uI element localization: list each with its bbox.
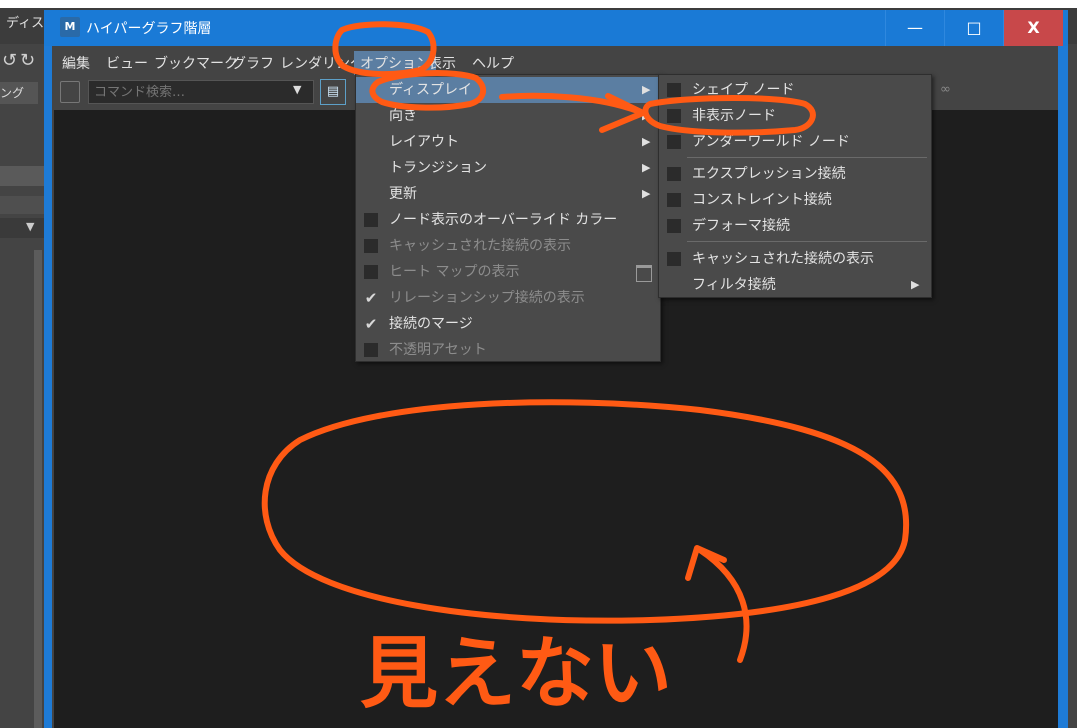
submenu-arrow-icon: ▶ xyxy=(642,161,651,174)
close-button[interactable]: X xyxy=(1003,10,1063,46)
menu-item-show-relationship-connections[interactable]: ✔ リレーションシップ接続の表示 xyxy=(356,285,660,311)
menu-item-transition[interactable]: トランジション ▶ xyxy=(356,155,660,181)
menu-item-hidden-nodes[interactable]: 非表示ノード xyxy=(659,103,931,129)
checkbox xyxy=(667,135,681,149)
menu-item-label: アンダーワールド ノード xyxy=(692,134,850,150)
chevron-down-icon: ▼ xyxy=(26,220,35,233)
menu-item-merge-connections[interactable]: ✔ 接続のマージ xyxy=(356,311,660,337)
menu-item-label: フィルタ接続 xyxy=(692,277,776,293)
chevron-down-icon[interactable]: ▼ xyxy=(293,83,301,96)
checkbox xyxy=(364,265,378,279)
menu-edit[interactable]: 編集 xyxy=(62,53,90,73)
menu-item-expression-connections[interactable]: エクスプレッション接続 xyxy=(659,161,931,187)
checkbox xyxy=(364,343,378,357)
menu-item-constraint-connections[interactable]: コンストレイント接続 xyxy=(659,187,931,213)
window-title: ハイパーグラフ階層 xyxy=(86,21,212,37)
undo-icon[interactable]: ↺ xyxy=(2,50,17,71)
checkbox xyxy=(667,252,681,266)
menu-help[interactable]: ヘルプ xyxy=(472,53,514,73)
checkbox xyxy=(667,193,681,207)
submenu-arrow-icon: ▶ xyxy=(642,109,651,122)
submenu-arrow-icon: ▶ xyxy=(642,187,651,200)
menu-item-shape-nodes[interactable]: シェイプ ノード xyxy=(659,77,931,103)
checkmark-icon: ✔ xyxy=(364,315,378,333)
menu-item-show-heat-map[interactable]: ヒート マップの表示 xyxy=(356,259,660,285)
maya-app-icon: M xyxy=(60,17,80,37)
menu-item-show-cached-connections[interactable]: キャッシュされた接続の表示 xyxy=(659,246,931,272)
menu-item-label: コンストレイント接続 xyxy=(692,192,832,208)
checkbox xyxy=(364,239,378,253)
background-dropdown[interactable] xyxy=(0,218,44,238)
menu-rendering[interactable]: レンダリング xyxy=(280,53,364,73)
checkbox xyxy=(667,167,681,181)
background-field: ング xyxy=(0,82,38,104)
menu-item-layout[interactable]: レイアウト ▶ xyxy=(356,129,660,155)
background-menu-label[interactable]: ディス xyxy=(6,12,44,31)
submenu-arrow-icon: ▶ xyxy=(642,83,651,96)
menu-item-label: キャッシュされた接続の表示 xyxy=(389,238,571,254)
menu-bookmarks[interactable]: ブックマーク xyxy=(154,53,238,73)
checkbox xyxy=(667,109,681,123)
checkbox xyxy=(667,219,681,233)
checkbox xyxy=(667,83,681,97)
menu-separator xyxy=(687,157,927,158)
menu-options[interactable]: オプション xyxy=(354,51,436,75)
background-scrollbar[interactable] xyxy=(34,250,42,728)
menu-item-label: キャッシュされた接続の表示 xyxy=(692,251,874,267)
menu-view[interactable]: ビュー xyxy=(106,53,148,73)
menu-item-update[interactable]: 更新 ▶ xyxy=(356,181,660,207)
menu-item-label: ディスプレイ xyxy=(389,82,473,98)
menu-graph[interactable]: グラフ xyxy=(232,53,274,73)
menu-item-label: 向き xyxy=(389,108,417,124)
toolbar-grip-icon[interactable] xyxy=(60,81,80,103)
menu-item-label: 不透明アセット xyxy=(389,342,487,358)
checkbox xyxy=(364,213,378,227)
menu-item-filter-connections[interactable]: フィルタ接続 ▶ xyxy=(659,272,931,298)
background-panel-header xyxy=(0,166,44,186)
submenu-arrow-icon: ▶ xyxy=(911,278,920,291)
options-menu: ディスプレイ ▶ 向き ▶ レイアウト ▶ トランジション ▶ 更新 ▶ ノード… xyxy=(355,74,661,362)
menu-item-label: 非表示ノード xyxy=(692,108,776,124)
menu-item-label: リレーションシップ接続の表示 xyxy=(389,290,585,306)
menu-item-node-color-override[interactable]: ノード表示のオーバーライド カラー xyxy=(356,207,660,233)
menu-item-opaque-assets[interactable]: 不透明アセット xyxy=(356,337,660,363)
background-panel-row xyxy=(0,196,44,214)
menu-item-label: デフォーマ接続 xyxy=(692,218,790,234)
menu-item-label: シェイプ ノード xyxy=(692,82,795,98)
menu-item-orientation[interactable]: 向き ▶ xyxy=(356,103,660,129)
menubar: 編集 ビュー ブックマーク グラフ レンダリング オプション 表示 ヘルプ xyxy=(52,50,1058,75)
command-search-input[interactable] xyxy=(92,81,296,103)
menu-show[interactable]: 表示 xyxy=(428,53,456,73)
minimize-button[interactable]: — xyxy=(885,10,944,46)
maximize-button[interactable]: □ xyxy=(944,10,1003,46)
option-box-icon[interactable] xyxy=(636,265,652,282)
menu-item-underworld-nodes[interactable]: アンダーワールド ノード xyxy=(659,129,931,155)
menu-item-label: 接続のマージ xyxy=(389,316,473,332)
menu-item-label: エクスプレッション接続 xyxy=(692,166,846,182)
menu-item-label: ノード表示のオーバーライド カラー xyxy=(389,212,618,228)
menu-item-label: レイアウト xyxy=(389,134,459,150)
menu-separator xyxy=(687,241,927,242)
menu-item-deformer-connections[interactable]: デフォーマ接続 xyxy=(659,213,931,239)
connections-icon[interactable]: ∞ xyxy=(940,82,951,97)
display-submenu: シェイプ ノード 非表示ノード アンダーワールド ノード エクスプレッション接続… xyxy=(658,74,932,298)
hierarchy-layout-icon[interactable]: ▤ xyxy=(320,79,346,105)
menu-item-show-cached-connections[interactable]: キャッシュされた接続の表示 xyxy=(356,233,660,259)
redo-icon[interactable]: ↻ xyxy=(20,50,35,71)
menu-item-label: ヒート マップの表示 xyxy=(389,264,520,280)
background-top-edge xyxy=(0,0,1077,8)
menu-item-label: トランジション xyxy=(389,160,487,176)
checkmark-icon: ✔ xyxy=(364,289,378,307)
menu-item-label: 更新 xyxy=(389,186,417,202)
menu-item-display[interactable]: ディスプレイ ▶ xyxy=(356,77,660,103)
submenu-arrow-icon: ▶ xyxy=(642,135,651,148)
